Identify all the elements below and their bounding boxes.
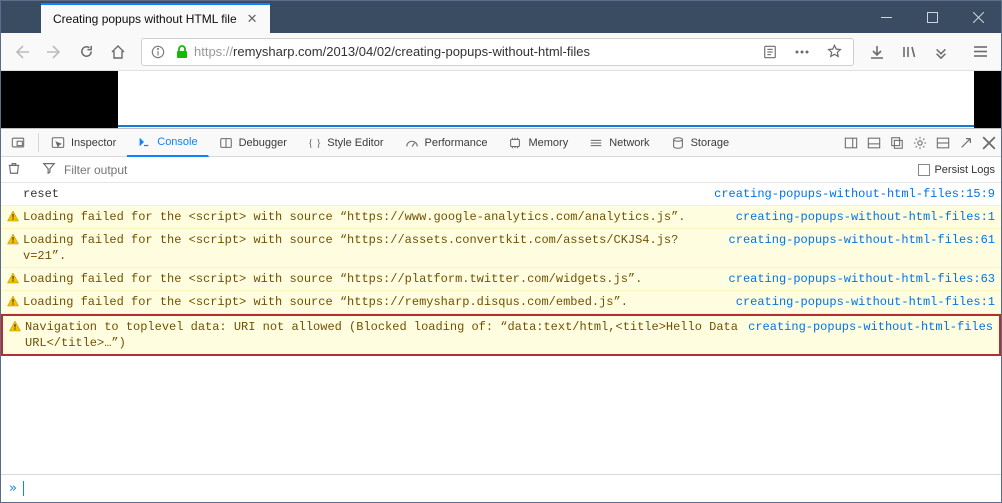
urlbar-actions [755,38,849,66]
log-source-link[interactable]: creating-popups-without-html-files:1 [726,209,995,225]
tab-title: Creating popups without HTML file [53,12,237,26]
log-message: Loading failed for the <script> with sou… [23,209,726,225]
log-source-link[interactable]: creating-popups-without-html-files [738,319,993,351]
log-message: Loading failed for the <script> with sou… [23,232,719,264]
devtools-panel: Inspector Console Debugger { }Style Edit… [1,128,1001,502]
caret [23,481,24,496]
close-tab-icon[interactable]: ✕ [243,11,262,27]
tab-strip-spacer [1,1,41,33]
back-button[interactable] [7,38,37,66]
warning-icon [9,320,21,337]
window-titlebar: Creating popups without HTML file ✕ [1,1,1001,33]
log-source-link[interactable]: creating-popups-without-html-files:63 [719,271,995,287]
tab-console[interactable]: Console [127,129,208,157]
warning-icon [7,233,19,250]
clear-console-icon[interactable] [7,161,21,178]
page-content [1,71,1001,128]
browser-tab[interactable]: Creating popups without HTML file ✕ [41,3,270,33]
filter-icon[interactable] [42,161,56,178]
url-bar[interactable]: https://remysharp.com/2013/04/02/creatin… [141,38,854,66]
log-message: Navigation to toplevel data: URI not all… [25,319,738,351]
bookmark-star-icon[interactable] [819,38,849,66]
console-row: Navigation to toplevel data: URI not all… [1,314,1001,356]
dock-side-icon[interactable] [840,129,863,156]
filter-input[interactable] [64,163,910,177]
page-header-mid [118,71,974,127]
log-message: Loading failed for the <script> with sou… [23,294,726,310]
log-source-link[interactable]: creating-popups-without-html-files:1 [726,294,995,310]
devtools-iframe-picker[interactable] [1,129,36,156]
tab-debugger[interactable]: Debugger [209,129,298,156]
console-output[interactable]: resetcreating-popups-without-html-files:… [1,183,1001,474]
lock-icon[interactable] [170,45,194,59]
close-devtools-icon[interactable] [978,129,1001,156]
console-row: Loading failed for the <script> with sou… [1,291,1001,314]
checkbox-icon [918,164,930,176]
log-source-link[interactable]: creating-popups-without-html-files:61 [719,232,995,264]
page-actions-icon[interactable] [787,38,817,66]
split-console-icon[interactable] [932,129,955,156]
page-header-black-left [1,71,118,128]
downloads-button[interactable] [862,38,892,66]
console-row: Loading failed for the <script> with sou… [1,268,1001,291]
persist-logs-toggle[interactable]: Persist Logs [918,164,995,176]
responsive-design-icon[interactable] [955,129,978,156]
tab-style-editor[interactable]: { }Style Editor [298,129,395,156]
app-menu-button[interactable] [965,38,995,66]
tab-performance[interactable]: Performance [395,129,499,156]
warning-icon [7,210,19,227]
page-header-black-right [974,71,1001,128]
warning-icon [7,295,19,312]
dock-window-icon[interactable] [886,129,909,156]
console-input[interactable]: » [1,474,1001,502]
settings-icon[interactable] [909,129,932,156]
log-message: reset [23,186,704,202]
maximize-button[interactable] [909,1,955,33]
overflow-button[interactable] [926,38,956,66]
console-filterbar: Persist Logs [1,157,1001,183]
nav-toolbar: https://remysharp.com/2013/04/02/creatin… [1,33,1001,71]
home-button[interactable] [103,38,133,66]
url-text: https://remysharp.com/2013/04/02/creatin… [194,44,755,59]
reload-button[interactable] [71,38,101,66]
console-row: Loading failed for the <script> with sou… [1,229,1001,268]
reader-mode-icon[interactable] [755,38,785,66]
warning-icon [7,272,19,289]
minimize-button[interactable] [863,1,909,33]
close-window-button[interactable] [955,1,1001,33]
tab-memory[interactable]: Memory [498,129,579,156]
identity-info-icon[interactable] [146,45,170,59]
separator [38,133,39,152]
forward-button[interactable] [39,38,69,66]
prompt-chevron-icon: » [9,481,17,496]
devtools-tabstrip: Inspector Console Debugger { }Style Edit… [1,129,1001,157]
library-button[interactable] [894,38,924,66]
console-row: Loading failed for the <script> with sou… [1,206,1001,229]
tab-storage[interactable]: Storage [661,129,741,156]
log-source-link[interactable]: creating-popups-without-html-files:15:9 [704,186,995,202]
window-controls [863,1,1001,33]
log-message: Loading failed for the <script> with sou… [23,271,719,287]
console-row: resetcreating-popups-without-html-files:… [1,183,1001,206]
dock-bottom-icon[interactable] [863,129,886,156]
braces-icon: { } [308,137,321,149]
tab-inspector[interactable]: Inspector [41,129,127,156]
tab-network[interactable]: Network [579,129,660,156]
